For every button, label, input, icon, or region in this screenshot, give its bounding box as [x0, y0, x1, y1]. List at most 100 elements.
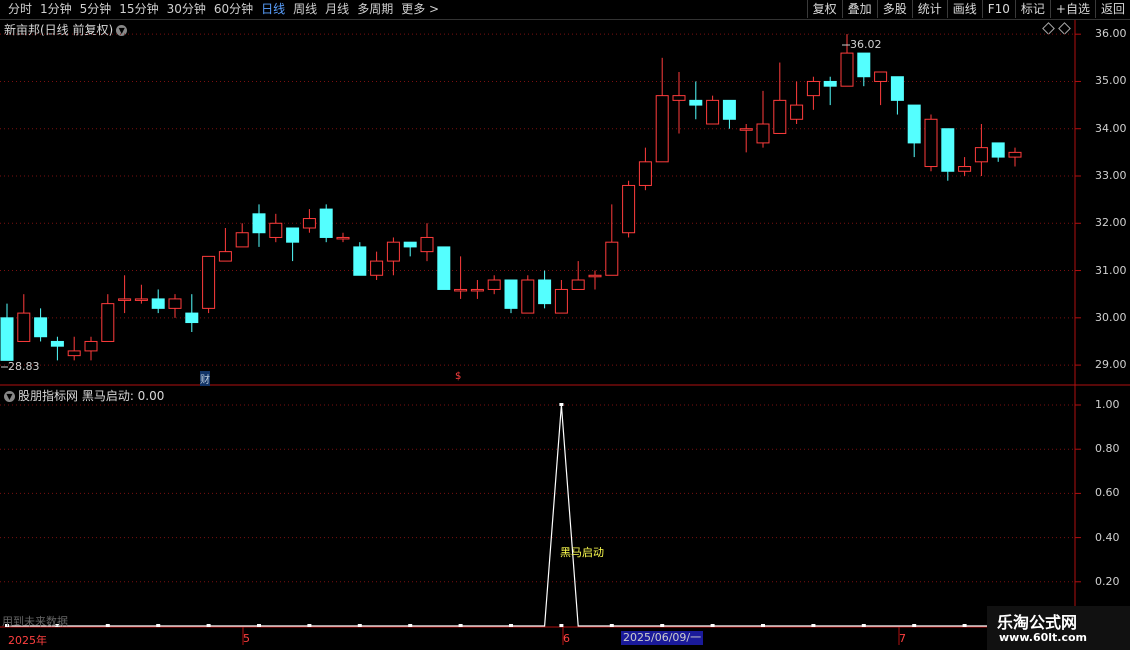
price-tick: 35.00 [1095, 74, 1127, 88]
financial-marker[interactable]: 财 [200, 371, 210, 386]
indicator-tick: 0.20 [1095, 574, 1120, 588]
candle-body [991, 142, 1005, 158]
price-tick: 33.00 [1095, 169, 1127, 182]
candle-body [336, 236, 350, 240]
candle-body [907, 104, 921, 144]
candle-body [504, 279, 518, 309]
date-month-7: 7 [899, 632, 906, 645]
candle-body [605, 241, 619, 276]
candle-body [706, 99, 720, 125]
price-tick: 31.00 [1095, 263, 1127, 277]
candle-body [319, 208, 333, 238]
indicator-point [458, 624, 463, 627]
candle-body [118, 298, 132, 301]
price-tick: 36.00 [1095, 27, 1127, 41]
candle-body [538, 279, 552, 305]
indicator-point [710, 624, 715, 627]
watermark-title: 乐淘公式网 [997, 613, 1078, 632]
candle-body [958, 166, 972, 172]
spike-label: 黑马启动 [560, 546, 604, 559]
candle-body [50, 340, 64, 347]
price-high-label: 36.02 [850, 38, 882, 51]
candle-body [437, 246, 451, 290]
candle-body [353, 246, 367, 276]
candle-body [773, 99, 787, 134]
price-low-value: 28.83 [8, 360, 40, 373]
candle-body [470, 288, 484, 292]
candle-body [269, 222, 283, 238]
price-tick: 32.00 [1095, 216, 1127, 230]
candle-body [722, 99, 736, 120]
future-data-note: 用到未来数据 [2, 615, 68, 628]
candle-body [286, 227, 300, 243]
candle-body [554, 288, 568, 314]
indicator-point [962, 624, 967, 627]
candle-body [101, 303, 115, 342]
watermark-url: www.60lt.com [999, 631, 1088, 644]
candle-body [403, 241, 417, 248]
dollar-marker[interactable]: $ [455, 371, 461, 382]
candle-body [0, 317, 14, 361]
candle-body [622, 184, 636, 234]
cursor-date: 2025/06/09/一 [621, 631, 704, 645]
indicator-point [408, 624, 413, 627]
candle-body [790, 104, 804, 120]
indicator-point [761, 624, 765, 627]
candle-body [151, 298, 165, 309]
candle-body [84, 340, 98, 352]
candle-body [218, 251, 232, 262]
candle-body [571, 279, 585, 290]
indicator-point [257, 624, 261, 627]
candle-body [34, 317, 48, 338]
candle-body [235, 232, 249, 248]
date-month-6: 6 [563, 632, 570, 645]
indicator-point [509, 624, 513, 627]
indicator-point [156, 624, 161, 627]
candle-body [134, 298, 148, 301]
candle-body [655, 95, 669, 163]
watermark: 乐淘公式网 www.60lt.com [987, 606, 1130, 650]
candle-body [857, 52, 871, 78]
candle-body [386, 241, 400, 262]
candle-body [823, 80, 837, 87]
indicator-peak-point [559, 403, 564, 406]
candle-body [202, 255, 216, 309]
candle-body [521, 279, 535, 314]
candle-body [689, 99, 703, 106]
candle-body [672, 95, 686, 101]
price-tick: 30.00 [1095, 310, 1127, 324]
candle-body [588, 274, 602, 278]
candle-body [252, 213, 266, 234]
candle-body [454, 288, 468, 292]
indicator-point [609, 624, 614, 627]
indicator-tick: 1.00 [1095, 398, 1120, 411]
price-high-value: 36.02 [850, 38, 882, 51]
price-low-label: 28.83 [8, 360, 40, 373]
candle-body [941, 128, 955, 172]
price-tick: 29.00 [1095, 358, 1127, 372]
indicator-point [105, 624, 110, 627]
candle-body [739, 128, 753, 131]
candle-body [185, 312, 199, 324]
indicator-point [559, 624, 564, 627]
candle-body [974, 147, 988, 163]
candle-body [874, 71, 888, 82]
price-tick: 34.00 [1095, 121, 1127, 135]
candle-body [67, 350, 81, 357]
candle-body [890, 76, 904, 101]
indicator-tick: 0.80 [1095, 442, 1120, 456]
candle-body [756, 123, 770, 144]
candle-body [168, 298, 182, 309]
candle-body [420, 236, 434, 253]
candle-body [840, 52, 854, 87]
indicator-point [912, 624, 917, 627]
candle-body [638, 161, 652, 186]
candle-body [17, 312, 31, 342]
indicator-point [357, 624, 362, 627]
candle-body [1008, 151, 1022, 158]
indicator-point [811, 624, 816, 627]
candle-body [370, 260, 384, 276]
indicator-line [7, 404, 1015, 627]
candle-body [302, 218, 316, 229]
candle-body [924, 118, 938, 168]
